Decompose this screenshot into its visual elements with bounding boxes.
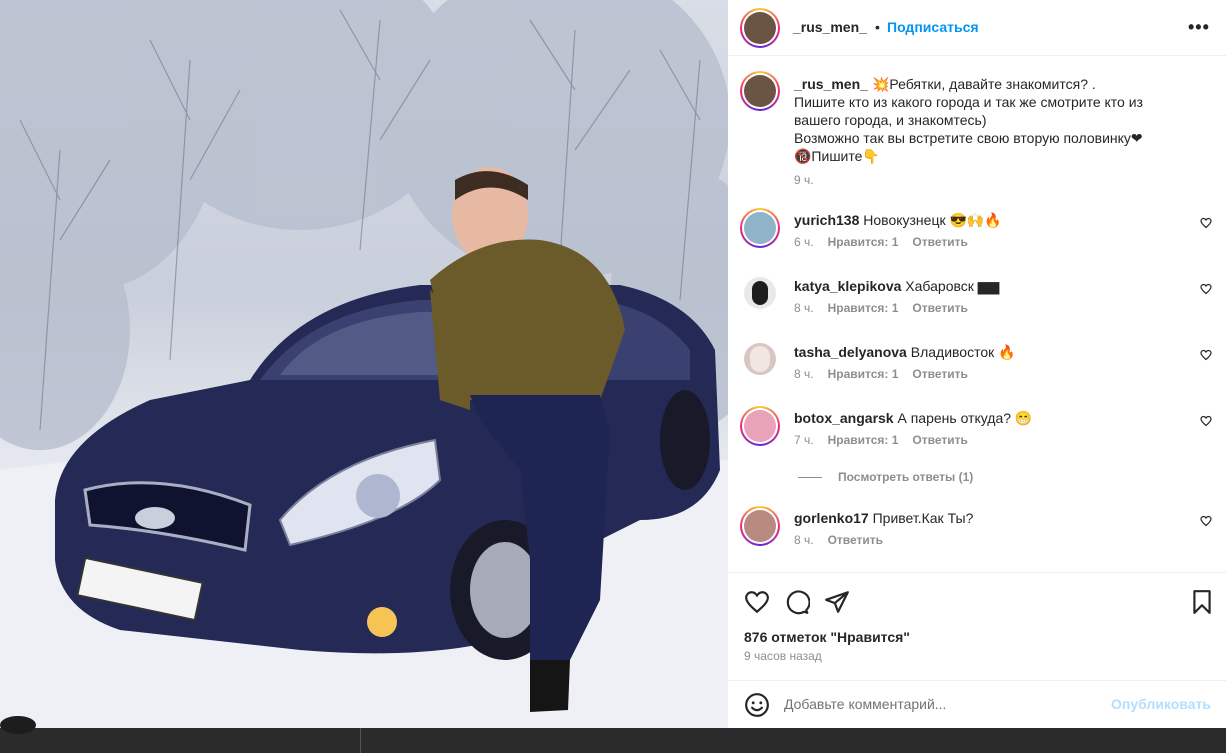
comment-text: Привет.Как Ты? bbox=[872, 510, 974, 526]
heart-icon[interactable] bbox=[1200, 349, 1212, 361]
caption-line: Пишите кто из какого города и так же смо… bbox=[794, 94, 1143, 110]
caption-time: 9 ч. bbox=[794, 173, 814, 187]
commenter-avatar[interactable] bbox=[744, 277, 776, 309]
caption-avatar[interactable] bbox=[740, 71, 780, 111]
post-side-panel: _rus_men_ • Подписаться ••• _rus_men_ 💥Ре… bbox=[728, 0, 1226, 728]
comment-likes[interactable]: Нравится: 1 bbox=[828, 433, 899, 447]
commenter-avatar[interactable] bbox=[740, 208, 780, 248]
post-photo[interactable] bbox=[0, 0, 728, 728]
backdrop-avatar bbox=[0, 716, 36, 734]
comment-input[interactable] bbox=[784, 693, 1104, 715]
comment-item: gorlenko17 Привет.Как Ты? 8 ч. Ответить bbox=[728, 506, 1226, 565]
replies-dash bbox=[798, 477, 822, 479]
bookmark-icon[interactable] bbox=[1189, 589, 1215, 615]
view-replies-label: Посмотреть ответы (1) bbox=[838, 470, 974, 484]
commenter-avatar[interactable] bbox=[740, 406, 780, 446]
comment-time: 8 ч. bbox=[794, 367, 814, 381]
author-username[interactable]: _rus_men_ bbox=[793, 19, 867, 35]
comment-bubble-icon[interactable] bbox=[784, 589, 810, 615]
comment-text: Новокузнецк 😎🙌🔥 bbox=[863, 212, 1002, 228]
author-avatar[interactable] bbox=[740, 8, 780, 48]
comment-time: 6 ч. bbox=[794, 235, 814, 249]
comment-text: А парень откуда? 😁 bbox=[897, 410, 1033, 426]
caption-username[interactable]: _rus_men_ bbox=[794, 76, 868, 92]
caption-line: Возможно так вы встретите свою вторую по… bbox=[794, 130, 1143, 146]
backdrop bbox=[0, 728, 1226, 753]
separator-dot: • bbox=[875, 19, 880, 35]
commenter-username[interactable]: katya_klepikova bbox=[794, 278, 901, 294]
reply-button[interactable]: Ответить bbox=[912, 433, 967, 447]
post-header: _rus_men_ • Подписаться ••• bbox=[728, 0, 1226, 56]
reply-button[interactable]: Ответить bbox=[912, 367, 967, 381]
caption-line: вашего города, и знакомтесь) bbox=[794, 112, 987, 128]
add-comment-bar: Опубликовать bbox=[728, 680, 1226, 728]
posted-ago: 9 часов назад bbox=[744, 649, 822, 663]
follow-button[interactable]: Подписаться bbox=[887, 19, 979, 35]
smiley-icon[interactable] bbox=[744, 692, 770, 718]
comment-likes[interactable]: Нравится: 1 bbox=[828, 301, 899, 315]
comment-time: 7 ч. bbox=[794, 433, 814, 447]
caption-line: 🔞Пишите👇 bbox=[794, 148, 880, 164]
heart-icon[interactable] bbox=[1200, 515, 1212, 527]
comment-likes[interactable]: Нравится: 1 bbox=[828, 235, 899, 249]
comment-item: tasha_delyanova Владивосток 🔥 8 ч. Нравит… bbox=[728, 343, 1226, 399]
comments-list[interactable]: _rus_men_ 💥Ребятки, давайте знакомится? .… bbox=[728, 57, 1226, 572]
photo-illustration bbox=[0, 0, 728, 728]
publish-button[interactable]: Опубликовать bbox=[1111, 696, 1211, 712]
post-caption: _rus_men_ 💥Ребятки, давайте знакомится? .… bbox=[794, 75, 1184, 189]
comment-time: 8 ч. bbox=[794, 533, 814, 547]
comment-item: botox_angarsk А парень откуда? 😁 7 ч. Нра… bbox=[728, 406, 1226, 465]
heart-icon[interactable] bbox=[744, 589, 770, 615]
commenter-username[interactable]: gorlenko17 bbox=[794, 510, 869, 526]
reply-button[interactable]: Ответить bbox=[912, 235, 967, 249]
heart-icon[interactable] bbox=[1200, 283, 1212, 295]
commenter-avatar[interactable] bbox=[744, 343, 776, 375]
post-actions: 876 отметок "Нравится" 9 часов назад bbox=[728, 572, 1226, 680]
more-dots-icon[interactable]: ••• bbox=[1188, 17, 1210, 38]
backdrop-divider bbox=[360, 728, 361, 753]
heart-icon[interactable] bbox=[1200, 217, 1212, 229]
likes-count[interactable]: 876 отметок "Нравится" bbox=[744, 629, 910, 645]
commenter-username[interactable]: tasha_delyanova bbox=[794, 344, 907, 360]
comment-text: Хабаровск ▆▆ bbox=[905, 278, 1000, 294]
commenter-avatar[interactable] bbox=[740, 506, 780, 546]
view-replies-button[interactable]: Посмотреть ответы (1) bbox=[798, 470, 973, 484]
comment-item: yurich138 Новокузнецк 😎🙌🔥 6 ч. Нравится: … bbox=[728, 208, 1226, 267]
paper-plane-icon[interactable] bbox=[824, 589, 850, 615]
comment-text: Владивосток 🔥 bbox=[910, 344, 1016, 360]
comment-likes[interactable]: Нравится: 1 bbox=[828, 367, 899, 381]
reply-button[interactable]: Ответить bbox=[828, 533, 883, 547]
heart-icon[interactable] bbox=[1200, 415, 1212, 427]
commenter-username[interactable]: yurich138 bbox=[794, 212, 859, 228]
reply-button[interactable]: Ответить bbox=[912, 301, 967, 315]
comment-time: 8 ч. bbox=[794, 301, 814, 315]
comment-item: katya_klepikova Хабаровск ▆▆ 8 ч. Нравитс… bbox=[728, 277, 1226, 333]
commenter-username[interactable]: botox_angarsk bbox=[794, 410, 894, 426]
caption-line: 💥Ребятки, давайте знакомится? . bbox=[871, 76, 1096, 92]
